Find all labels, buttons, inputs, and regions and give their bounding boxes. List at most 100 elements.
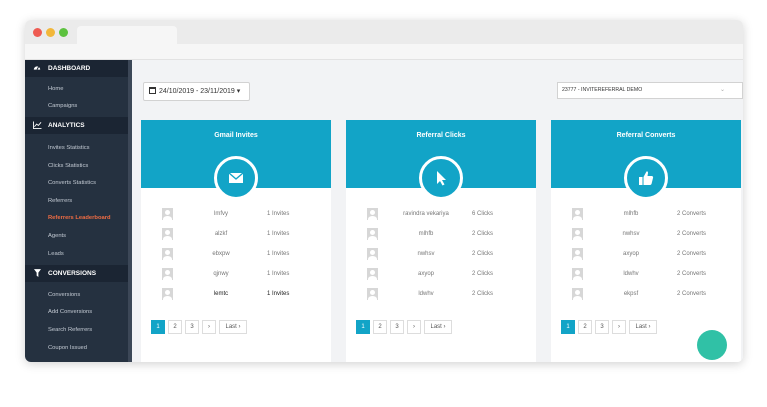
avatar xyxy=(162,288,173,300)
avatar xyxy=(162,208,173,220)
referrer-name: axyop xyxy=(622,251,639,257)
referrer-name: mlhfb xyxy=(623,211,639,217)
referrer-count: 2 Clicks xyxy=(472,231,494,237)
sidebar-item-conversions[interactable]: Conversions xyxy=(48,290,80,300)
avatar xyxy=(572,268,583,280)
browser-window: DASHBOARD Home Campaigns ANALYTICS Invit… xyxy=(25,20,743,362)
page-2-button[interactable]: 2 xyxy=(373,320,387,334)
referrer-count: 2 Converts xyxy=(677,291,707,297)
gmail-invites-card: Gmail Invites lmfvy 1 Invites alzkf 1 Invi… xyxy=(141,120,331,362)
page-2-button[interactable]: 2 xyxy=(168,320,182,334)
referrer-count: 1 Invites xyxy=(267,231,290,237)
avatar xyxy=(367,288,378,300)
referrer-count: 2 Clicks xyxy=(472,271,494,277)
sidebar-item-agents[interactable]: Agents xyxy=(48,231,66,241)
page-3-button[interactable]: 3 xyxy=(595,320,609,334)
page-3-button[interactable]: 3 xyxy=(185,320,199,334)
referrer-name: nwhsv xyxy=(417,251,435,257)
list-item: ravindra vekariya 6 Clicks xyxy=(346,208,536,220)
browser-tab[interactable] xyxy=(77,26,177,44)
browser-address-bar[interactable] xyxy=(25,44,743,60)
list-item: ldwhv 2 Clicks xyxy=(346,288,536,300)
sidebar-section-analytics[interactable]: ANALYTICS xyxy=(25,117,128,134)
sidebar: DASHBOARD Home Campaigns ANALYTICS Invit… xyxy=(25,60,128,362)
sidebar-item-search-referrers[interactable]: Search Referrers xyxy=(48,325,92,335)
referrer-count: 2 Clicks xyxy=(472,291,494,297)
referrer-name: axyop xyxy=(417,271,434,277)
referrer-count: 1 Invites xyxy=(267,251,290,257)
caret-down-icon: ▾ xyxy=(236,88,241,95)
maximize-window-icon[interactable] xyxy=(59,28,68,37)
referral-clicks-card: Referral Clicks ravindra vekariya 6 Click… xyxy=(346,120,536,362)
browser-titlebar xyxy=(25,20,743,44)
referral-converts-card: Referral Converts mlhfb 2 Converts nwhsv 2… xyxy=(551,120,741,362)
referrer-name: qjnwy xyxy=(213,271,229,277)
avatar xyxy=(367,268,378,280)
sidebar-section-title: ANALYTICS xyxy=(48,122,85,129)
thumbs-up-icon xyxy=(624,156,668,200)
sidebar-item-campaigns[interactable]: Campaigns xyxy=(48,101,77,111)
sidebar-item-referrers-leaderboard[interactable]: Referrers Leaderboard xyxy=(48,213,111,223)
avatar xyxy=(367,208,378,220)
cursor-icon xyxy=(419,156,463,200)
referrer-count: 2 Converts xyxy=(677,251,707,257)
next-page-button[interactable]: › xyxy=(407,320,421,334)
sidebar-section-conversions[interactable]: CONVERSIONS xyxy=(25,265,128,282)
list-item: ldwhv 2 Converts xyxy=(551,268,741,280)
minimize-window-icon[interactable] xyxy=(46,28,55,37)
page-2-button[interactable]: 2 xyxy=(578,320,592,334)
date-range-picker[interactable]: 24/10/2019 - 23/11/2019 ▾ xyxy=(143,82,250,101)
last-page-button[interactable]: Last › xyxy=(629,320,657,334)
referrer-count: 2 Clicks xyxy=(472,251,494,257)
campaign-select[interactable]: 23777 - INVITEREFERRAL DEMO ⌄ xyxy=(557,82,743,99)
referrer-count: 2 Converts xyxy=(677,231,707,237)
list-item: nwhsv 2 Clicks xyxy=(346,248,536,260)
last-page-button[interactable]: Last › xyxy=(424,320,452,334)
sidebar-section-title: CONVERSIONS xyxy=(48,270,97,277)
referrer-count: 2 Converts xyxy=(677,271,707,277)
next-page-button[interactable]: › xyxy=(612,320,626,334)
list-item: mlhfb 2 Converts xyxy=(551,208,741,220)
list-item: mlhfb 2 Clicks xyxy=(346,228,536,240)
avatar xyxy=(572,248,583,260)
sidebar-item-clicks-statistics[interactable]: Clicks Statistics xyxy=(48,161,88,171)
referrer-count: 6 Clicks xyxy=(472,211,494,217)
sidebar-item-home[interactable]: Home xyxy=(48,84,63,94)
referrer-count: 1 Invites xyxy=(267,211,290,217)
referrer-count: 2 Converts xyxy=(677,211,707,217)
sidebar-section-dashboard[interactable]: DASHBOARD xyxy=(25,60,128,77)
referrer-count: 1 Invites xyxy=(267,271,290,277)
avatar xyxy=(162,248,173,260)
main-content: 24/10/2019 - 23/11/2019 ▾ 23777 - INVITE… xyxy=(132,60,743,362)
avatar xyxy=(162,268,173,280)
card-title: Gmail Invites xyxy=(214,132,258,139)
list-item: ekpsf 2 Converts xyxy=(551,288,741,300)
page-1-button[interactable]: 1 xyxy=(356,320,370,334)
calendar-icon xyxy=(149,87,156,94)
referrer-name: mlhfb xyxy=(418,231,434,237)
last-page-button[interactable]: Last › xyxy=(219,320,247,334)
list-item: axyop 2 Clicks xyxy=(346,268,536,280)
page-1-button[interactable]: 1 xyxy=(561,320,575,334)
page-1-button[interactable]: 1 xyxy=(151,320,165,334)
list-item: axyop 2 Converts xyxy=(551,248,741,260)
list-item: nwhsv 2 Converts xyxy=(551,228,741,240)
avatar xyxy=(367,248,378,260)
sidebar-item-coupon-issued[interactable]: Coupon Issued xyxy=(48,343,87,353)
chat-widget-button[interactable] xyxy=(697,330,727,360)
list-item: lmfvy 1 Invites xyxy=(141,208,331,220)
sidebar-item-invites-statistics[interactable]: Invites Statistics xyxy=(48,143,90,153)
referrer-name: lmfvy xyxy=(214,211,228,217)
sidebar-item-referrers[interactable]: Referrers xyxy=(48,196,72,206)
avatar xyxy=(162,228,173,240)
close-window-icon[interactable] xyxy=(33,28,42,37)
list-item: ebxpw 1 Invites xyxy=(141,248,331,260)
avatar xyxy=(572,288,583,300)
sidebar-section-title: DASHBOARD xyxy=(48,65,91,72)
filter-icon xyxy=(32,265,42,284)
sidebar-item-converts-statistics[interactable]: Converts Statistics xyxy=(48,178,96,188)
page-3-button[interactable]: 3 xyxy=(390,320,404,334)
sidebar-item-leads[interactable]: Leads xyxy=(48,249,64,259)
next-page-button[interactable]: › xyxy=(202,320,216,334)
sidebar-item-add-conversions[interactable]: Add Conversions xyxy=(48,307,92,317)
